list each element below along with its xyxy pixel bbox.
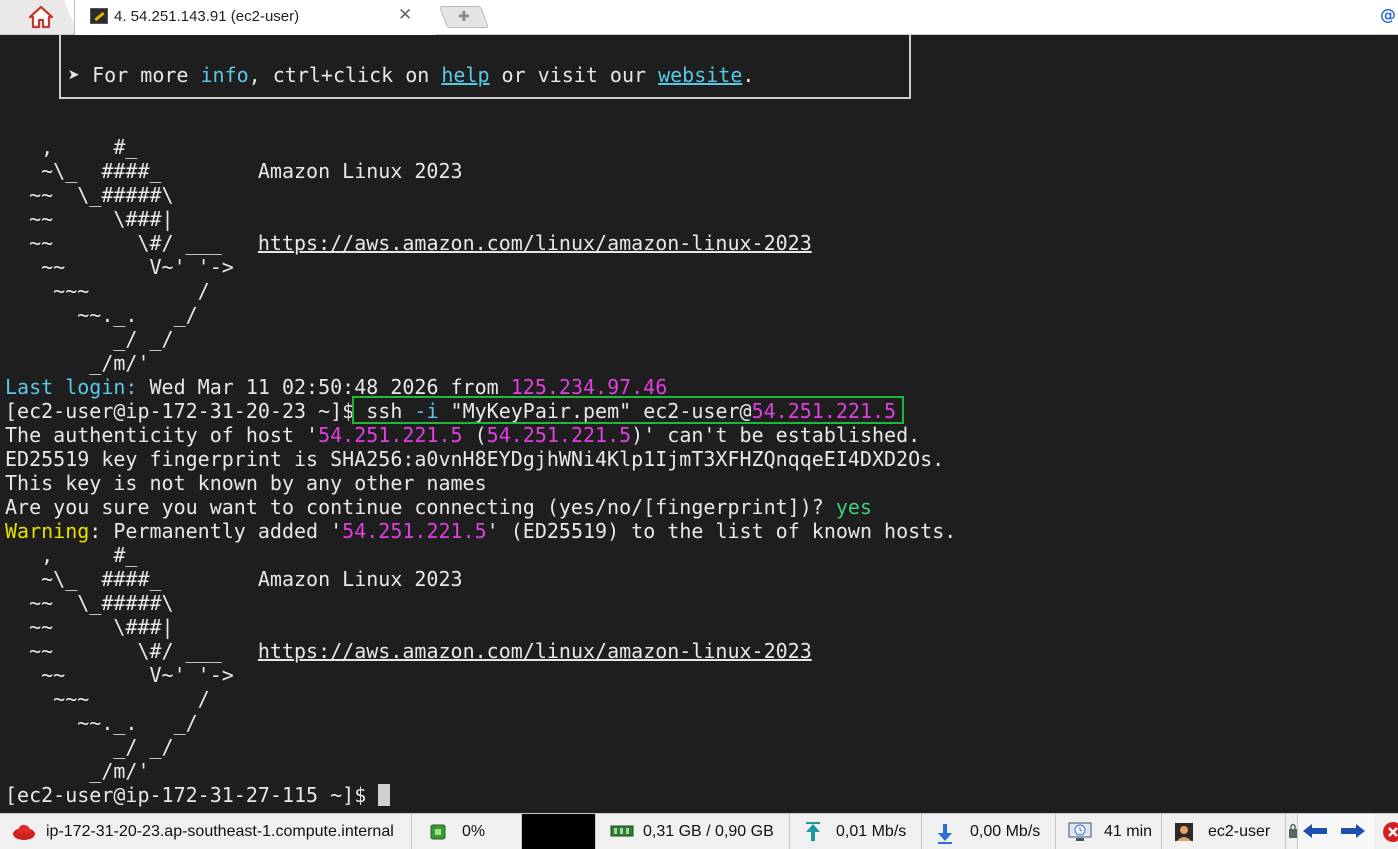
lock-icon [1289, 823, 1297, 838]
user-segment[interactable]: ec2-user [1162, 814, 1286, 849]
scroll-arrows [1298, 814, 1374, 849]
info-text: info [200, 63, 249, 87]
banner-line: _/ _/ [5, 327, 174, 351]
banner-line: ~\_ ####_ Amazon Linux 2023 [5, 159, 463, 183]
upload-segment[interactable]: 0,01 Mb/s [790, 814, 922, 849]
upload-value: 0,01 Mb/s [836, 823, 907, 840]
download-value: 0,00 Mb/s [970, 823, 1041, 840]
prompt-line: [ec2-user@ip-172-31-27-115 ~]$ [5, 783, 391, 807]
user-value: ec2-user [1208, 823, 1271, 840]
amazon-linux-url[interactable]: https://aws.amazon.com/linux/amazon-linu… [258, 231, 812, 255]
settings-icon[interactable]: @ [1380, 5, 1396, 24]
auth-line: The authenticity of host '54.251.221.5 (… [5, 423, 921, 447]
continue-line: Are you sure you want to continue connec… [5, 495, 872, 519]
banner-line: ~\_ ####_ Amazon Linux 2023 [5, 567, 463, 591]
redhat-icon [13, 824, 35, 840]
banner-line: ~~ \_#####\ [5, 591, 174, 615]
banner-line: ~~ \#/ ___ https://aws.amazon.com/linux/… [5, 231, 812, 255]
tab-label: 4. 54.251.143.91 (ec2-user) [114, 8, 300, 25]
close-icon[interactable]: ✕ [398, 5, 412, 25]
not-known-line: This key is not known by any other names [5, 471, 487, 495]
terminal[interactable]: ➤ For more info, ctrl+click on help or v… [0, 35, 1398, 813]
prompt: [ec2-user@ip-172-31-20-23 ~]$ [5, 399, 367, 423]
download-icon [938, 824, 952, 844]
cpu-icon [430, 824, 446, 840]
memory-value: 0,31 GB / 0,90 GB [643, 823, 774, 840]
banner-line: ~~ \#/ ___ https://aws.amazon.com/linux/… [5, 639, 812, 663]
banner-line: ~~ \###| [5, 207, 174, 231]
terminal-cursor [378, 784, 391, 806]
host-name: ip-172-31-20-23.ap-southeast-1.compute.i… [46, 823, 394, 840]
uptime-icon [1068, 822, 1092, 841]
arrow-left-icon[interactable] [1302, 823, 1328, 839]
tab-session[interactable]: 4. 54.251.143.91 (ec2-user) ✕ [74, 0, 436, 35]
banner-line: _/m/' [5, 759, 150, 783]
download-segment[interactable]: 0,00 Mb/s [922, 814, 1056, 849]
website-link[interactable]: website [658, 63, 742, 87]
warning-line: Warning: Permanently added '54.251.221.5… [5, 519, 957, 543]
cpu-value: 0% [462, 823, 486, 840]
status-bar: ip-172-31-20-23.ap-southeast-1.compute.i… [0, 813, 1398, 849]
host-segment[interactable]: ip-172-31-20-23.ap-southeast-1.compute.i… [0, 814, 412, 849]
home-icon[interactable] [28, 5, 54, 29]
plus-icon: ✚ [458, 9, 470, 25]
cpu-graph [522, 814, 596, 849]
prompt: [ec2-user@ip-172-31-27-115 ~]$ [5, 783, 379, 807]
home-tab[interactable] [0, 0, 78, 34]
cpu-segment[interactable]: 0% [412, 814, 522, 849]
exit-icon[interactable] [1382, 821, 1398, 843]
tab-bar: 4. 54.251.143.91 (ec2-user) ✕ ✚ @ [0, 0, 1398, 35]
memory-icon [610, 825, 634, 837]
exit-segment[interactable] [1374, 814, 1398, 849]
memory-segment[interactable]: 0,31 GB / 0,90 GB [596, 814, 790, 849]
help-link[interactable]: help [441, 63, 489, 87]
banner-line: ~~._. _/ [5, 303, 198, 327]
amazon-linux-url[interactable]: https://aws.amazon.com/linux/amazon-linu… [258, 639, 812, 663]
banner-line: ~~._. _/ [5, 711, 198, 735]
banner-line: _/m/' [5, 351, 150, 375]
banner-line: _/ _/ [5, 735, 174, 759]
banner-line: ~~ V~' '-> [5, 663, 234, 687]
uptime-value: 41 min [1104, 823, 1153, 840]
banner-line: ~~ \###| [5, 615, 174, 639]
upload-icon [806, 822, 820, 841]
command-highlight-box [352, 396, 904, 424]
banner-line: ~~ V~' '-> [5, 255, 234, 279]
banner-line: ~~~ / [5, 687, 210, 711]
new-tab-button[interactable]: ✚ [438, 6, 490, 28]
user-icon [1175, 823, 1193, 841]
banner-line: ~~ \_#####\ [5, 183, 174, 207]
fingerprint-line: ED25519 key fingerprint is SHA256:a0vnH8… [5, 447, 945, 471]
arrow-right-icon[interactable] [1340, 823, 1366, 839]
info-line: ➤ For more info, ctrl+click on help or v… [56, 63, 755, 87]
banner-line: , #_ [5, 135, 138, 159]
banner-line: , #_ [5, 543, 138, 567]
banner-line: ~~~ / [5, 279, 210, 303]
status-lock [1286, 814, 1298, 849]
ssh-session-icon [90, 8, 108, 24]
uptime-segment[interactable]: 41 min [1056, 814, 1162, 849]
